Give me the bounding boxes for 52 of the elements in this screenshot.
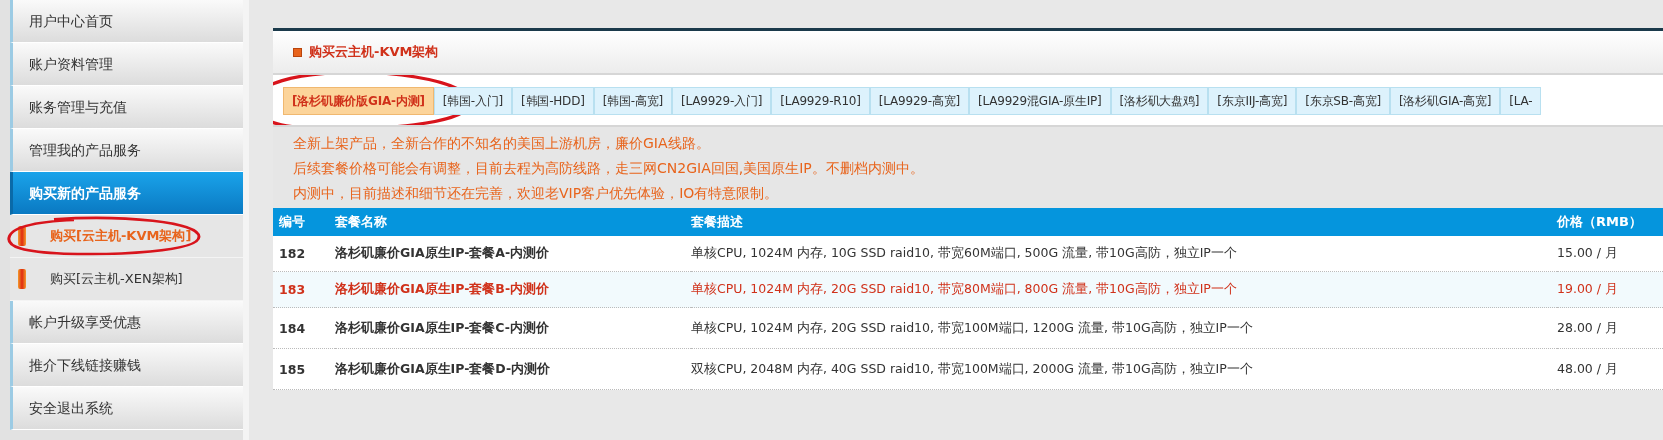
tab[interactable]: [洛杉矶大盘鸡]: [1110, 87, 1209, 115]
table-cell: 185: [273, 348, 335, 390]
sidebar-item[interactable]: 用户中心首页: [10, 0, 243, 43]
notice-text: 后续套餐价格可能会有调整，目前去程为高防线路，走三网CN2GIA回国,美国原生IP。不删档内测中。: [293, 159, 925, 178]
table-cell: 单核CPU, 1024M 内存, 20G SSD raid10, 带宽80M端口, 800G 流量, 带10G高防，独立IP一个: [691, 271, 1557, 308]
table-row[interactable]: 185 洛杉矶廉价GIA原生IP-套餐D-内测价 双核CPU, 2048M 内存, 40G SSD raid10, 带宽100M端口, 2000G 流量, 带10G高防，独立IP一个 48.00 / 月: [273, 348, 1663, 390]
tab[interactable]: [LA9929-入门]: [671, 87, 772, 115]
tab[interactable]: [LA-: [1500, 87, 1542, 115]
tab[interactable]: [LA9929-高宽]: [869, 87, 969, 115]
tab[interactable]: [LA9929混GIA-原生IP]: [969, 87, 1111, 115]
tab[interactable]: [东京SB-高宽]: [1296, 87, 1390, 115]
table-cell: 洛杉矶廉价GIA原生IP-套餐D-内测价: [335, 348, 691, 390]
sidebar-item[interactable]: 账户资料管理: [10, 43, 243, 86]
bar-icon: [18, 269, 26, 289]
column-header: 套餐描述: [691, 208, 1557, 236]
sidebar-item[interactable]: 安全退出系统: [10, 387, 243, 430]
bar-icon: [18, 226, 26, 246]
table-cell: 双核CPU, 2048M 内存, 40G SSD raid10, 带宽100M端口, 2000G 流量, 带10G高防，独立IP一个: [691, 348, 1557, 390]
column-header: 套餐名称: [335, 208, 691, 236]
tab[interactable]: [韩国-HDD]: [512, 87, 594, 115]
table-cell: 15.00 / 月: [1557, 236, 1663, 272]
sidebar-item[interactable]: 管理我的产品服务: [10, 129, 243, 172]
sidebar-item[interactable]: 帐户升级享受优惠: [10, 301, 243, 344]
table-row[interactable]: 183 洛杉矶廉价GIA原生IP-套餐B-内测价 单核CPU, 1024M 内存, 20G SSD raid10, 带宽80M端口, 800G 流量, 带10G高防，独立IP一个 19.00 / 月: [273, 271, 1663, 308]
table-cell: 184: [273, 307, 335, 349]
sidebar-item[interactable]: 账务管理与充值: [10, 86, 243, 129]
tab[interactable]: [韩国-入门]: [433, 87, 513, 115]
table-cell: 183: [273, 271, 335, 308]
tab[interactable]: [LA9929-R10]: [771, 87, 870, 115]
table-cell: 48.00 / 月: [1557, 348, 1663, 390]
panel-title: 购买云主机-KVM架构: [309, 43, 439, 61]
table-cell: 洛杉矶廉价GIA原生IP-套餐B-内测价: [335, 271, 691, 308]
table-cell: 单核CPU, 1024M 内存, 20G SSD raid10, 带宽100M端口, 1200G 流量, 带10G高防，独立IP一个: [691, 307, 1557, 349]
table-row[interactable]: 184 洛杉矶廉价GIA原生IP-套餐C-内测价 单核CPU, 1024M 内存, 20G SSD raid10, 带宽100M端口, 1200G 流量, 带10G高防，独立IP一个 28.00 / 月: [273, 307, 1663, 349]
table-row[interactable]: 182 洛杉矶廉价GIA原生IP-套餐A-内测价 单核CPU, 1024M 内存, 10G SSD raid10, 带宽60M端口, 500G 流量, 带10G高防，独立IP一个 15.00 / 月: [273, 236, 1663, 272]
table-cell: 182: [273, 236, 335, 272]
table-cell: 洛杉矶廉价GIA原生IP-套餐A-内测价: [335, 236, 691, 272]
sidebar-item[interactable]: 购买新的产品服务: [10, 172, 243, 215]
notice-text: 内测中，目前描述和细节还在完善，欢迎老VIP客户优先体验，IO有特意限制。: [293, 184, 780, 203]
table-cell: 单核CPU, 1024M 内存, 10G SSD raid10, 带宽60M端口, 500G 流量, 带10G高防，独立IP一个: [691, 236, 1557, 272]
table-cell: 洛杉矶廉价GIA原生IP-套餐C-内测价: [335, 307, 691, 349]
sidebar-item[interactable]: 推介下线链接赚钱: [10, 344, 243, 387]
tab[interactable]: [韩国-高宽]: [593, 87, 672, 115]
tab[interactable]: [东京IIJ-高宽]: [1208, 87, 1297, 115]
table-cell: 28.00 / 月: [1557, 307, 1663, 349]
tab[interactable]: [洛杉矶廉价版GIA-内测]: [283, 87, 434, 115]
column-header: 编号: [273, 208, 335, 236]
square-icon: [293, 47, 302, 57]
notice-text: 全新上架产品，全新合作的不知名的美国上游机房，廉价GIA线路。: [293, 134, 711, 153]
table-cell: 19.00 / 月: [1557, 271, 1663, 308]
column-header: 价格（RMB）: [1557, 208, 1663, 236]
tab[interactable]: [洛杉矶GIA-高宽]: [1389, 87, 1501, 115]
